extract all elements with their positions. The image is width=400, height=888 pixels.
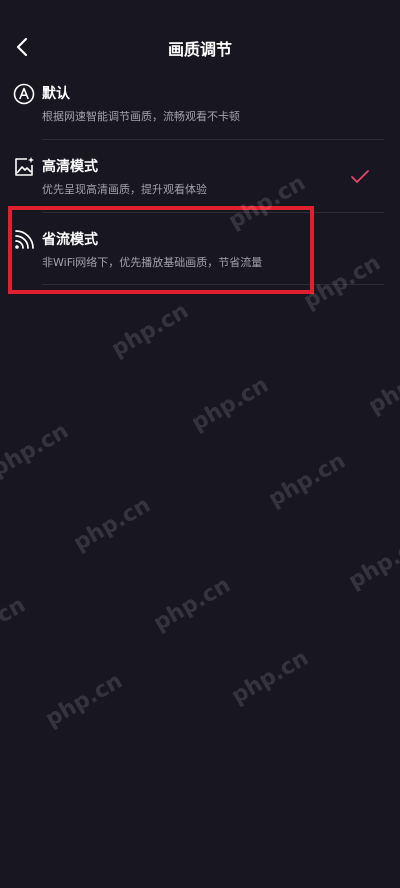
watermark: php.cn [107, 298, 193, 363]
watermark: php.cn [149, 572, 235, 637]
quality-settings-screen: 画质调节 默认 根据网速智能调节画质，流畅观看不卡顿 高清模式 优先呈现高清画质… [0, 0, 400, 888]
divider [42, 139, 384, 140]
divider [42, 284, 384, 285]
header: 画质调节 [0, 0, 400, 95]
option-data-saver-title: 省流模式 [42, 232, 98, 248]
option-data-saver-description: 非WiFi网络下，优先播放基础画质，节省流量 [42, 256, 263, 269]
option-hd-title: 高清模式 [42, 159, 98, 175]
hd-image-icon [15, 157, 34, 176]
watermark: php.cn [227, 645, 313, 710]
watermark: php.cn [0, 592, 30, 657]
watermark: php.cn [0, 418, 73, 483]
option-default[interactable]: 默认 根据网速智能调节画质，流畅观看不卡顿 [0, 82, 384, 154]
watermark: php.cn [364, 355, 400, 420]
watermark: php.cn [41, 668, 127, 733]
watermark: php.cn [69, 492, 155, 557]
divider [42, 212, 384, 213]
watermark: php.cn [187, 372, 273, 437]
auto-a-icon [13, 83, 35, 105]
wifi-signal-icon [15, 230, 34, 249]
option-data-saver[interactable]: 省流模式 非WiFi网络下，优先播放基础画质，节省流量 [0, 228, 384, 300]
watermark: php.cn [344, 530, 400, 595]
page-title: 画质调节 [167, 40, 232, 59]
option-hd-description: 优先呈现高清画质，提升观看体验 [42, 183, 207, 196]
check-icon [351, 170, 369, 183]
option-default-description: 根据网速智能调节画质，流畅观看不卡顿 [42, 110, 240, 123]
option-default-title: 默认 [42, 86, 70, 102]
option-hd[interactable]: 高清模式 优先呈现高清画质，提升观看体验 [0, 155, 384, 227]
watermark: php.cn [264, 448, 350, 513]
